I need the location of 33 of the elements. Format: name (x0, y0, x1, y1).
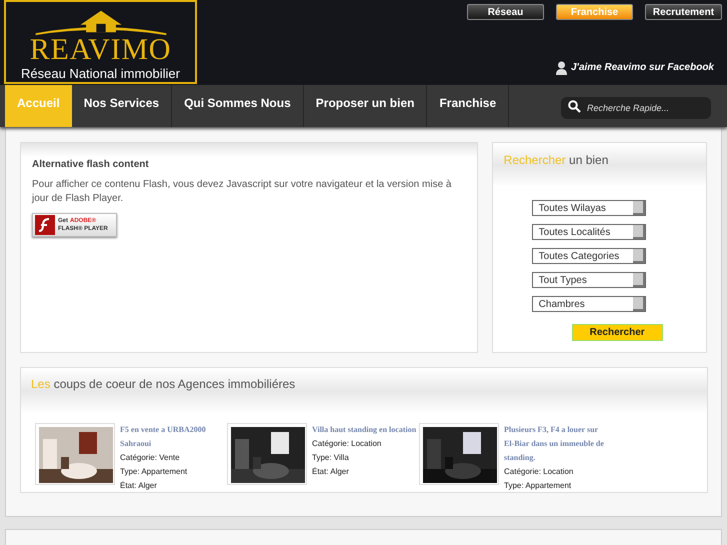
facebook-link[interactable]: J'aime Reavimo sur Facebook (571, 60, 714, 75)
dropdown[interactable]: Toutes Wilayas (532, 200, 646, 216)
listing-detail: Type: Appartement (504, 480, 572, 492)
dropdown[interactable]: Tout Types (532, 272, 646, 288)
search-field[interactable]: Recherche Rapide... (561, 97, 711, 119)
top-link-button[interactable]: Recrutement (645, 4, 722, 20)
listing-title[interactable]: Plusieurs F3, F4 a louer sur El-Biar dans un immeuble de standing. (504, 423, 609, 465)
listing-detail: Type: Villa (312, 452, 350, 464)
listing-title[interactable]: F5 en vente a URBA2000 Sahraoui (120, 423, 225, 451)
search-icon (568, 100, 581, 113)
search-button[interactable]: Rechercher (572, 324, 663, 341)
panel-title-highlight: Les (31, 377, 50, 391)
panel-title: coups de coeur de nos Agences immobiliéres (54, 377, 296, 391)
listing-title[interactable]: Villa haut standing en location (312, 423, 417, 437)
listing-detail: État: Alger (312, 466, 350, 478)
panel-title: un bien (569, 153, 608, 167)
flash-icon (35, 215, 55, 235)
dropdown[interactable]: Toutes Localités (532, 224, 646, 240)
dropdown[interactable]: Toutes Categories (532, 248, 646, 264)
listing-detail: Catégorie: Location (504, 466, 574, 478)
panel-title-highlight: Rechercher (504, 153, 566, 167)
listing-detail: Type: Appartement (120, 466, 188, 478)
panel-title: Alternative flash content (32, 158, 150, 172)
listing-detail: État: Alger (120, 480, 158, 492)
user-icon (556, 60, 567, 74)
listing-detail: Catégorie: Vente (120, 452, 181, 464)
listing-detail: Catégorie: Location (312, 438, 382, 450)
logo-name: REAVIMO (30, 36, 172, 64)
logo[interactable]: REAVIMO Réseau National immobilier (4, 0, 197, 84)
top-link-button[interactable]: Réseau (467, 4, 544, 20)
logo-tagline: Réseau National immobilier (21, 66, 180, 82)
dropdown[interactable]: Chambres (532, 296, 646, 312)
flash-message: Pour afficher ce contenu Flash, vous devez Javascript sur votre navigateur et la version mise à jour de Flash Player. (32, 178, 452, 206)
